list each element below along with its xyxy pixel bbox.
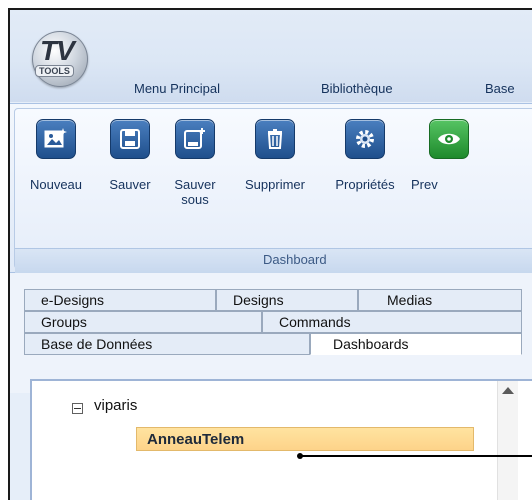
properties-button-label: Propriétés [335,177,395,192]
floppy-save-as-icon [175,119,215,159]
tab-dashboards[interactable]: Dashboards [310,333,522,355]
ribbon: Nouveau Sauver Sauver sous Supprimer Pro… [10,103,532,273]
save-button[interactable]: Sauver [105,119,155,192]
dashboard-tree: viparis AnneauTelem [30,379,532,500]
ribbon-group-label: Dashboard [15,248,532,273]
save-as-button-label: Sauver sous [174,177,216,207]
scroll-up-icon[interactable] [502,387,514,394]
trash-icon [255,119,295,159]
eye-icon [429,119,469,159]
tab-groups[interactable]: Groups [24,311,262,333]
properties-button[interactable]: Propriétés [323,119,407,192]
tab-medias[interactable]: Medias [358,289,522,311]
tab-base-de-donnees[interactable]: Base de Données [24,333,310,355]
tab-designs[interactable]: Designs [216,289,358,311]
new-button-label: Nouveau [29,177,83,192]
save-button-label: Sauver [109,177,151,192]
logo-tv-text: TV [40,35,75,66]
callout-line [300,455,532,457]
gear-icon [345,119,385,159]
menu-bibliotheque[interactable]: Bibliothèque [321,81,393,96]
new-button[interactable]: Nouveau [25,119,87,192]
menu-principal[interactable]: Menu Principal [134,81,220,96]
ribbon-group-dashboard: Nouveau Sauver Sauver sous Supprimer Pro… [14,108,532,273]
tree-node-root[interactable]: viparis [94,397,137,414]
application-window: TV TOOLS Menu Principal Bibliothèque Bas… [8,8,532,500]
tree-node-selected-label: AnneauTelem [147,431,245,448]
image-new-icon [36,119,76,159]
tree-scrollbar[interactable] [497,381,518,500]
tab-e-designs[interactable]: e-Designs [24,289,216,311]
tab-panel: e-Designs Designs Medias Groups Commands… [10,273,532,393]
save-as-button[interactable]: Sauver sous [171,119,219,207]
app-header: TV TOOLS Menu Principal Bibliothèque Bas… [10,10,532,102]
floppy-save-icon [110,119,150,159]
delete-button-label: Supprimer [245,177,305,192]
menu-base[interactable]: Base [485,81,515,96]
logo-tools-text: TOOLS [35,65,74,77]
tree-node-selected[interactable]: AnneauTelem [136,427,474,451]
preview-button[interactable]: Prev [411,119,471,192]
ribbon-group-title: Dashboard [263,252,327,267]
preview-button-label: Prev [411,177,438,192]
collapse-icon[interactable] [72,403,83,414]
tvtools-logo[interactable]: TV TOOLS [32,31,88,87]
delete-button[interactable]: Supprimer [233,119,317,192]
tab-commands[interactable]: Commands [262,311,522,333]
